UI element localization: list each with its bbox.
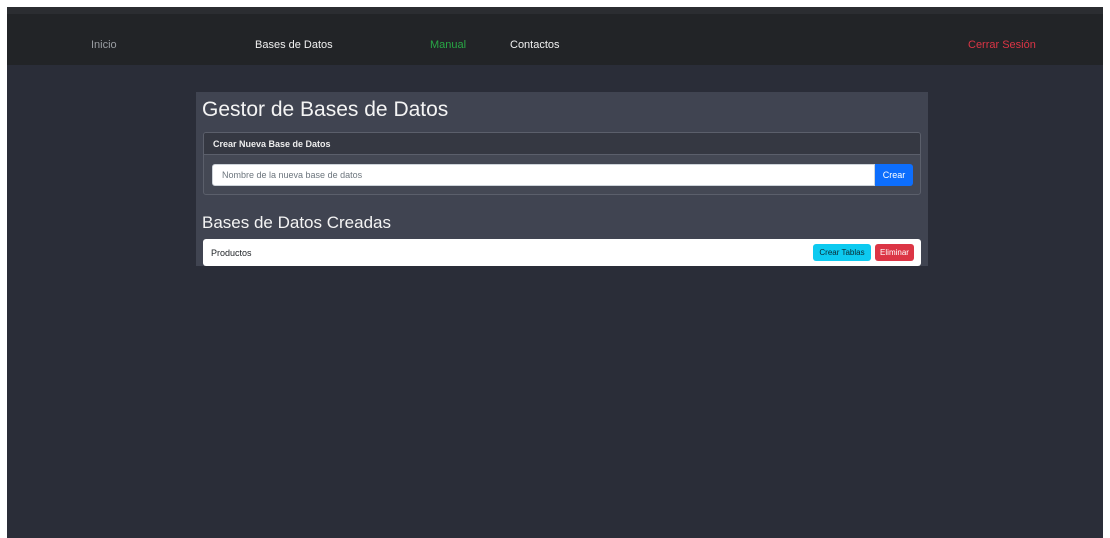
db-list-item: Productos Crear Tablas Eliminar [203,239,921,266]
create-db-card-header: Crear Nueva Base de Datos [204,133,920,155]
create-db-form: Crear [212,164,913,186]
nav-link-inicio[interactable]: Inicio [91,38,117,52]
nav-link-manual[interactable]: Manual [430,38,466,52]
delete-db-button[interactable]: Eliminar [875,244,914,261]
logout-link[interactable]: Cerrar Sesión [968,38,1036,52]
db-manager-panel: Gestor de Bases de Datos Crear Nueva Bas… [196,92,928,266]
app-viewport: Inicio Bases de Datos Manual Contactos C… [7,7,1103,538]
nav-link-contactos[interactable]: Contactos [510,38,560,52]
top-navbar: Inicio Bases de Datos Manual Contactos C… [7,7,1103,65]
db-name-input[interactable] [212,164,875,186]
db-item-name: Productos [211,248,252,258]
create-db-button[interactable]: Crear [875,164,913,186]
db-list-title: Bases de Datos Creadas [202,213,391,232]
create-db-card-title: Crear Nueva Base de Datos [213,139,331,149]
page-title: Gestor de Bases de Datos [202,98,449,121]
create-tables-button[interactable]: Crear Tablas [813,244,871,261]
db-list: Productos Crear Tablas Eliminar [203,239,921,266]
nav-link-bases-de-datos[interactable]: Bases de Datos [255,38,333,52]
create-db-card: Crear Nueva Base de Datos Crear [203,132,921,195]
